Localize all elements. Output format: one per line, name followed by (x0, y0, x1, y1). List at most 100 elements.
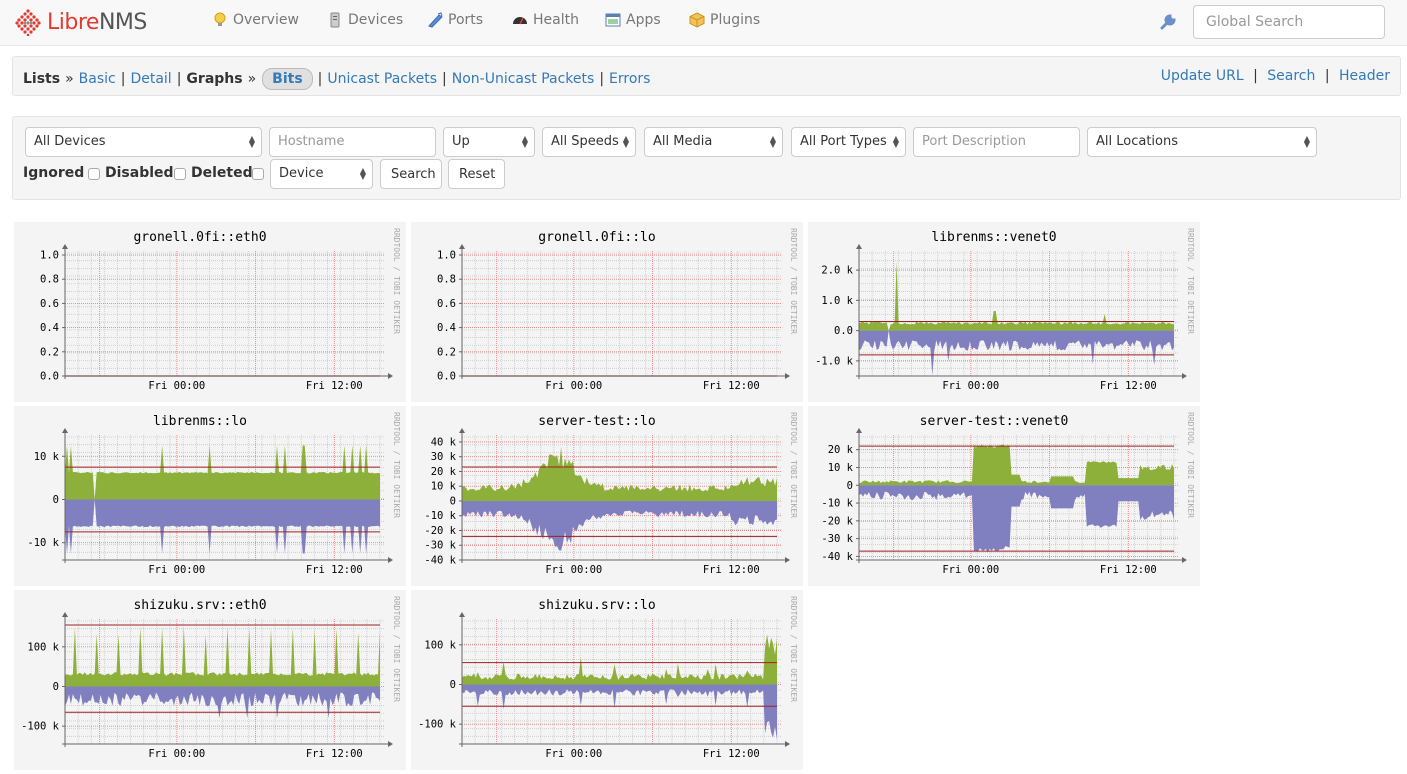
y-tick-label: -20 k (821, 515, 853, 527)
deleted-label: Deleted (191, 165, 253, 181)
librenms-logo[interactable]: LibreNMS (14, 7, 147, 37)
port-type-select[interactable]: All Port Types ▲ ▼ (791, 127, 906, 157)
rrdtool-watermark: RRDTOOL / TOBI OETIKER (789, 228, 798, 334)
x-axis-arrow (785, 557, 790, 563)
port-graph-panel[interactable]: gronell.0fi::lo RRDTOOL / TOBI OETIKER 1.0… (411, 222, 803, 402)
media-select[interactable]: All Media ▲ ▼ (644, 127, 783, 157)
nav-devices[interactable]: Devices (327, 12, 403, 28)
port-graph-panel[interactable]: shizuku.srv::eth0 RRDTOOL / TOBI OETIKER 1… (14, 590, 406, 770)
graph-title: server-test::lo (538, 414, 655, 429)
rrdtool-watermark: RRDTOOL / TOBI OETIKER (789, 596, 798, 702)
graph-svg: librenms::lo RRDTOOL / TOBI OETIKER 10 k0-… (27, 412, 401, 576)
graph-title: librenms::lo (153, 414, 247, 429)
port-graph-panel[interactable]: server-test::venet0 RRDTOOL / TOBI OETIKE… (808, 406, 1200, 586)
speed-select[interactable]: All Speeds ▲ ▼ (542, 127, 636, 157)
y-tick-label: -1.0 k (815, 355, 854, 367)
link-unicast-packets[interactable]: Unicast Packets (327, 71, 437, 87)
wrench-icon[interactable] (1159, 13, 1177, 31)
traffic-in-area (859, 444, 1174, 486)
device-select[interactable]: All Devices ▲ ▼ (25, 127, 262, 157)
y-tick-label: 100 k (27, 641, 59, 653)
port-description-input[interactable]: Port Description (913, 127, 1080, 157)
y-tick-label: 0.4 (437, 322, 456, 334)
update-url-link[interactable]: Update URL (1161, 68, 1244, 84)
y-tick-label: 10 k (34, 451, 60, 463)
x-tick-label: Fri 12:00 (703, 564, 760, 576)
link-errors[interactable]: Errors (609, 71, 650, 87)
rrdtool-watermark: RRDTOOL / TOBI OETIKER (1186, 228, 1195, 334)
y-tick-label: 0 (847, 480, 853, 492)
nav-overview[interactable]: Overview (212, 12, 299, 28)
view-selector-bar: Lists » Basic | Detail | Graphs » Bits |… (12, 56, 1401, 96)
y-tick-label: 0 (450, 679, 456, 691)
graph-svg: librenms::venet0 RRDTOOL / TOBI OETIKER 2.… (815, 228, 1195, 392)
y-tick-label: -40 k (424, 555, 456, 567)
link-detail[interactable]: Detail (130, 71, 171, 87)
deleted-checkbox[interactable] (252, 168, 264, 180)
link-basic[interactable]: Basic (79, 71, 116, 87)
nav-ports[interactable]: Ports (427, 12, 483, 28)
rrdtool-watermark: RRDTOOL / TOBI OETIKER (392, 412, 401, 518)
y-axis-arrow (459, 244, 465, 249)
hostname-input[interactable]: Hostname (269, 127, 436, 157)
x-tick-label: Fri 12:00 (1100, 564, 1157, 576)
port-graph-panel[interactable]: server-test::lo RRDTOOL / TOBI OETIKER 40 … (411, 406, 803, 586)
search-link[interactable]: Search (1267, 68, 1315, 84)
ignored-checkbox[interactable] (88, 168, 100, 180)
x-axis-arrow (1182, 373, 1187, 379)
x-tick-label: Fri 12:00 (306, 564, 363, 576)
ignored-label: Ignored (23, 165, 85, 181)
y-axis-arrow (459, 612, 465, 617)
y-tick-label: 1.0 (437, 250, 456, 262)
link-non-unicast-packets[interactable]: Non-Unicast Packets (452, 71, 595, 87)
global-search-input[interactable] (1193, 5, 1385, 39)
port-graph-panel[interactable]: gronell.0fi::eth0 RRDTOOL / TOBI OETIKER 1… (14, 222, 406, 402)
rrdtool-watermark: RRDTOOL / TOBI OETIKER (392, 228, 401, 334)
disabled-checkbox[interactable] (174, 168, 186, 180)
nav-health[interactable]: Health (512, 12, 579, 28)
location-select[interactable]: All Locations ▲ ▼ (1087, 127, 1317, 157)
page-actions: Update URL | Search | Header (1160, 68, 1390, 84)
y-tick-label: 1.0 (40, 250, 59, 262)
y-tick-label: 10 k (431, 481, 457, 493)
state-select[interactable]: Up ▲ ▼ (443, 127, 535, 157)
traffic-out-area (859, 485, 1174, 553)
y-tick-label: 0.6 (40, 298, 59, 310)
x-axis-arrow (388, 373, 393, 379)
select-arrows-icon: ▲ ▼ (248, 134, 255, 149)
graphs-label: Graphs (186, 71, 243, 87)
graph-title: server-test::venet0 (920, 414, 1069, 429)
sort-select[interactable]: Device ▲ ▼ (270, 159, 373, 189)
rrdtool-watermark: RRDTOOL / TOBI OETIKER (1186, 412, 1195, 518)
y-axis-arrow (62, 612, 68, 617)
y-tick-label: 20 k (828, 444, 854, 456)
port-graph-panel[interactable]: librenms::lo RRDTOOL / TOBI OETIKER 10 k0-… (14, 406, 406, 586)
disabled-label: Disabled (105, 165, 174, 181)
y-tick-label: 1.0 k (821, 295, 853, 307)
header-link[interactable]: Header (1339, 68, 1390, 84)
x-tick-label: Fri 00:00 (148, 564, 205, 576)
y-tick-label: 0.2 (40, 346, 59, 358)
link-bits-active[interactable]: Bits (262, 68, 313, 90)
graph-svg: shizuku.srv::eth0 RRDTOOL / TOBI OETIKER 1… (21, 596, 401, 760)
y-tick-label: -100 k (21, 721, 60, 733)
nav-apps[interactable]: Apps (605, 12, 661, 28)
port-filter-form: All Devices ▲ ▼ Hostname Up ▲ ▼ All Speeds ▲ ▼… (12, 116, 1401, 200)
search-button[interactable]: Search (380, 159, 442, 189)
x-tick-label: Fri 00:00 (545, 380, 602, 392)
y-tick-label: 0 (53, 494, 59, 506)
port-graph-panel[interactable]: shizuku.srv::lo RRDTOOL / TOBI OETIKER 100… (411, 590, 803, 770)
y-tick-label: -20 k (424, 525, 456, 537)
x-axis-arrow (1182, 557, 1187, 563)
port-graph-panel[interactable]: librenms::venet0 RRDTOOL / TOBI OETIKER 2.… (808, 222, 1200, 402)
x-tick-label: Fri 12:00 (306, 748, 363, 760)
top-navbar: LibreNMS Overview Devices Ports Health A… (0, 0, 1407, 46)
nav-plugins[interactable]: Plugins (689, 12, 760, 28)
select-arrows-icon: ▲ ▼ (892, 134, 899, 149)
reset-button[interactable]: Reset (448, 159, 505, 189)
y-axis-arrow (62, 428, 68, 433)
breadcrumb: Lists » Basic | Detail | Graphs » Bits |… (23, 68, 650, 90)
lists-label: Lists (23, 71, 61, 87)
select-arrows-icon: ▲ ▼ (359, 166, 366, 181)
select-arrows-icon: ▲ ▼ (1303, 134, 1310, 149)
